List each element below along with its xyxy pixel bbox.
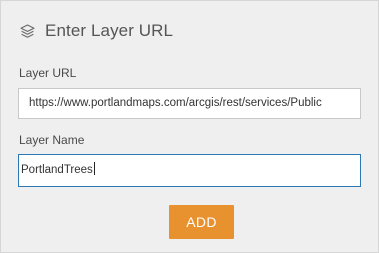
add-layer-panel: Enter Layer URL Layer URL https://www.po… xyxy=(0,0,379,253)
add-button[interactable]: ADD xyxy=(169,205,234,239)
layer-url-input[interactable]: https://www.portlandmaps.com/arcgis/rest… xyxy=(18,88,361,119)
panel-title: Enter Layer URL xyxy=(45,21,174,40)
text-caret xyxy=(93,162,95,175)
layer-name-input[interactable]: PortlandTrees xyxy=(18,154,361,187)
layer-name-label: Layer Name xyxy=(19,133,85,147)
panel-header: Enter Layer URL xyxy=(19,19,173,43)
layers-icon xyxy=(19,23,36,40)
layer-name-value: PortlandTrees xyxy=(21,164,93,176)
layer-url-label: Layer URL xyxy=(19,66,77,80)
